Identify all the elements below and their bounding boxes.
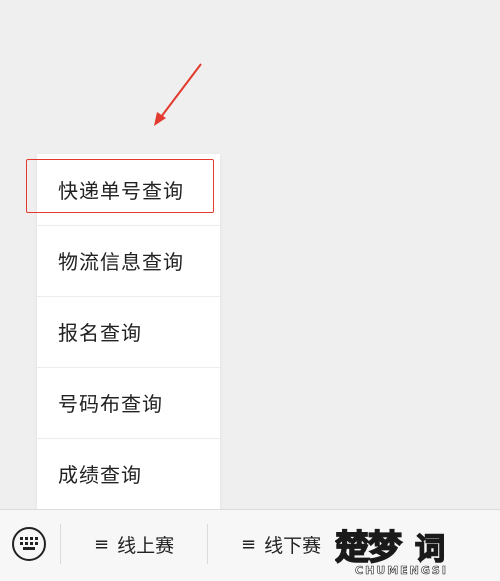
highlight-box — [26, 159, 214, 213]
divider — [207, 524, 208, 564]
menu-lines-icon: ≡ — [241, 533, 257, 555]
keyboard-toggle-button[interactable] — [12, 527, 46, 561]
menu-lines-icon: ≡ — [94, 533, 110, 555]
menu-item-bib-number-query[interactable]: 号码布查询 — [37, 367, 220, 438]
tab-online-race[interactable]: ≡ 线上赛 — [94, 529, 174, 559]
divider — [60, 524, 61, 564]
menu-item-label: 报名查询 — [58, 321, 142, 345]
menu-item-label: 号码布查询 — [58, 392, 163, 416]
menu-item-logistics-info[interactable]: 物流信息查询 — [37, 225, 220, 296]
annotation-arrow — [154, 63, 202, 126]
tab-offline-race[interactable]: ≡ 线下赛 — [241, 529, 321, 559]
menu-item-registration-query[interactable]: 报名查询 — [37, 296, 220, 367]
keyboard-icon — [20, 537, 38, 550]
tab-label: 线下赛 — [264, 534, 322, 557]
menu-item-label: 物流信息查询 — [58, 250, 184, 274]
menu-item-results-query[interactable]: 成绩查询 — [37, 438, 220, 509]
bottom-menu-bar: ≡ 线上赛 ≡ 线下赛 — [0, 509, 500, 581]
menu-item-label: 成绩查询 — [58, 463, 142, 487]
tab-label: 线上赛 — [117, 534, 175, 557]
